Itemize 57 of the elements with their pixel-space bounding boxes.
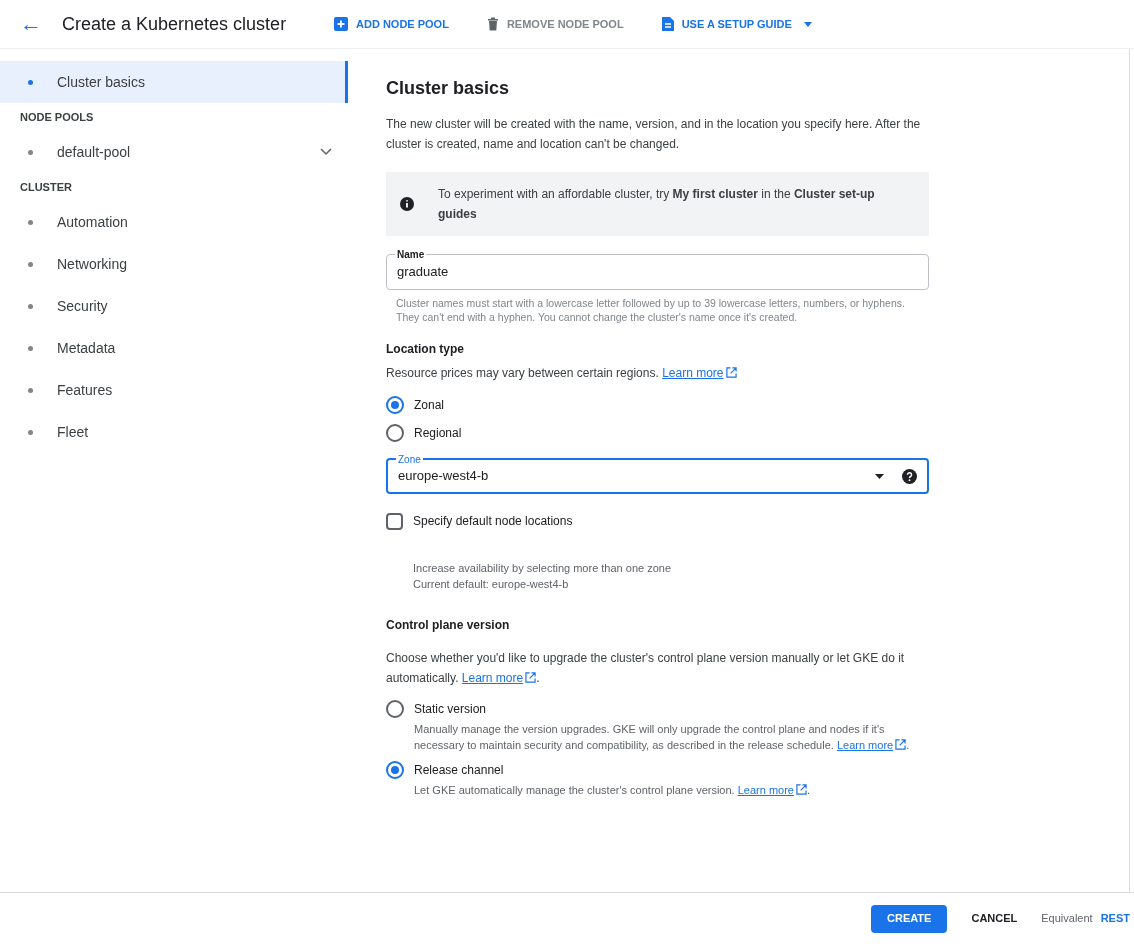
rest-link[interactable]: REST xyxy=(1100,910,1130,927)
toolbar-button[interactable]: USE A SETUP GUIDE xyxy=(661,15,812,33)
back-button[interactable]: ← xyxy=(16,13,46,35)
add-box-icon xyxy=(334,17,348,31)
sidebar-item[interactable]: Metadata xyxy=(0,327,348,369)
chevron-down-icon[interactable] xyxy=(320,148,332,156)
sidebar-section-label: CLUSTER xyxy=(19,179,73,195)
helper-text: Increase availability by selecting more than one zone xyxy=(413,561,673,576)
external-link-icon xyxy=(895,739,907,750)
banner-text: To experiment with an affordable cluster, try My first cluster in the Cluster set-up guides xyxy=(438,186,876,223)
help-icon[interactable] xyxy=(902,468,917,484)
option-description: Manually manage the version upgrades. GKE will only upgrade the control plane and nodes if it's necessary to maintain security and compatibility, as described in the release schedule. Learn more . xyxy=(414,722,911,753)
trash-icon xyxy=(486,17,499,31)
document-icon xyxy=(661,17,674,31)
radio-button[interactable] xyxy=(386,396,404,414)
control-plane-title: Control plane version xyxy=(386,617,511,634)
page-title: Create a Kubernetes cluster xyxy=(62,12,288,36)
sidebar-item[interactable]: Automation xyxy=(0,201,348,243)
sidebar-item[interactable]: Cluster basics xyxy=(0,61,348,103)
dropdown-caret-icon xyxy=(875,473,884,479)
radio-label: Release channel xyxy=(414,762,505,779)
external-link-icon xyxy=(525,672,537,683)
sidebar-item[interactable]: default-pool xyxy=(0,131,348,173)
checkbox-label: Specify default node locations xyxy=(413,513,573,530)
radio-button[interactable] xyxy=(386,700,404,718)
radio-label: Zonal xyxy=(414,397,445,414)
sidebar-section-label: NODE POOLS xyxy=(19,109,95,125)
external-link-icon xyxy=(725,367,737,378)
option-description: Let GKE automatically manage the cluster's control plane version. Learn more . xyxy=(414,783,811,798)
radio-label: Static version xyxy=(414,701,488,718)
checkbox[interactable] xyxy=(386,512,403,530)
sidebar-item[interactable]: Security xyxy=(0,285,348,327)
sidebar-item[interactable]: Fleet xyxy=(0,411,348,453)
learn-more-link[interactable]: Learn more xyxy=(662,366,737,380)
field-hint: Cluster names must start with a lowercase letter followed by up to 39 lowercase letters, numbers, or hyphens. They can't end with a hyphen. You cannot change the cluster's name once it's created. xyxy=(395,296,906,324)
radio-label: Regional xyxy=(414,425,462,442)
external-link-icon xyxy=(796,784,807,795)
sidebar-item[interactable]: Features xyxy=(0,369,348,411)
radio-button[interactable] xyxy=(386,761,404,779)
section-title: Cluster basics xyxy=(386,77,511,100)
control-plane-text: Choose whether you'd like to upgrade the cluster's control plane version manually or let GKE do it automatically. Learn more . xyxy=(386,650,906,687)
intro-text: The new cluster will be created with the name, version, and in the location you specify here. After the cluster is created, name and location can't be changed. xyxy=(386,116,922,153)
sidebar-item[interactable]: Networking xyxy=(0,243,348,285)
helper-text: Current default: europe-west4-b xyxy=(413,577,570,592)
learn-more-link[interactable]: Learn more xyxy=(461,671,537,685)
field-value: graduate xyxy=(397,263,449,282)
equivalent-label: Equivalent xyxy=(1041,911,1093,927)
location-type-text: Resource prices may vary between certain regions. Learn more xyxy=(386,364,929,382)
cancel-button[interactable]: CANCEL xyxy=(971,910,1018,927)
create-button[interactable]: CREATE xyxy=(871,904,948,933)
toolbar-button[interactable]: ADD NODE POOL xyxy=(334,15,449,33)
radio-button[interactable] xyxy=(386,424,404,442)
info-icon xyxy=(400,197,414,211)
location-type-title: Location type xyxy=(386,341,465,358)
learn-more-link[interactable]: Learn more xyxy=(737,784,807,796)
learn-more-link[interactable]: Learn more xyxy=(836,739,907,751)
field-value: europe-west4-b xyxy=(398,467,490,486)
